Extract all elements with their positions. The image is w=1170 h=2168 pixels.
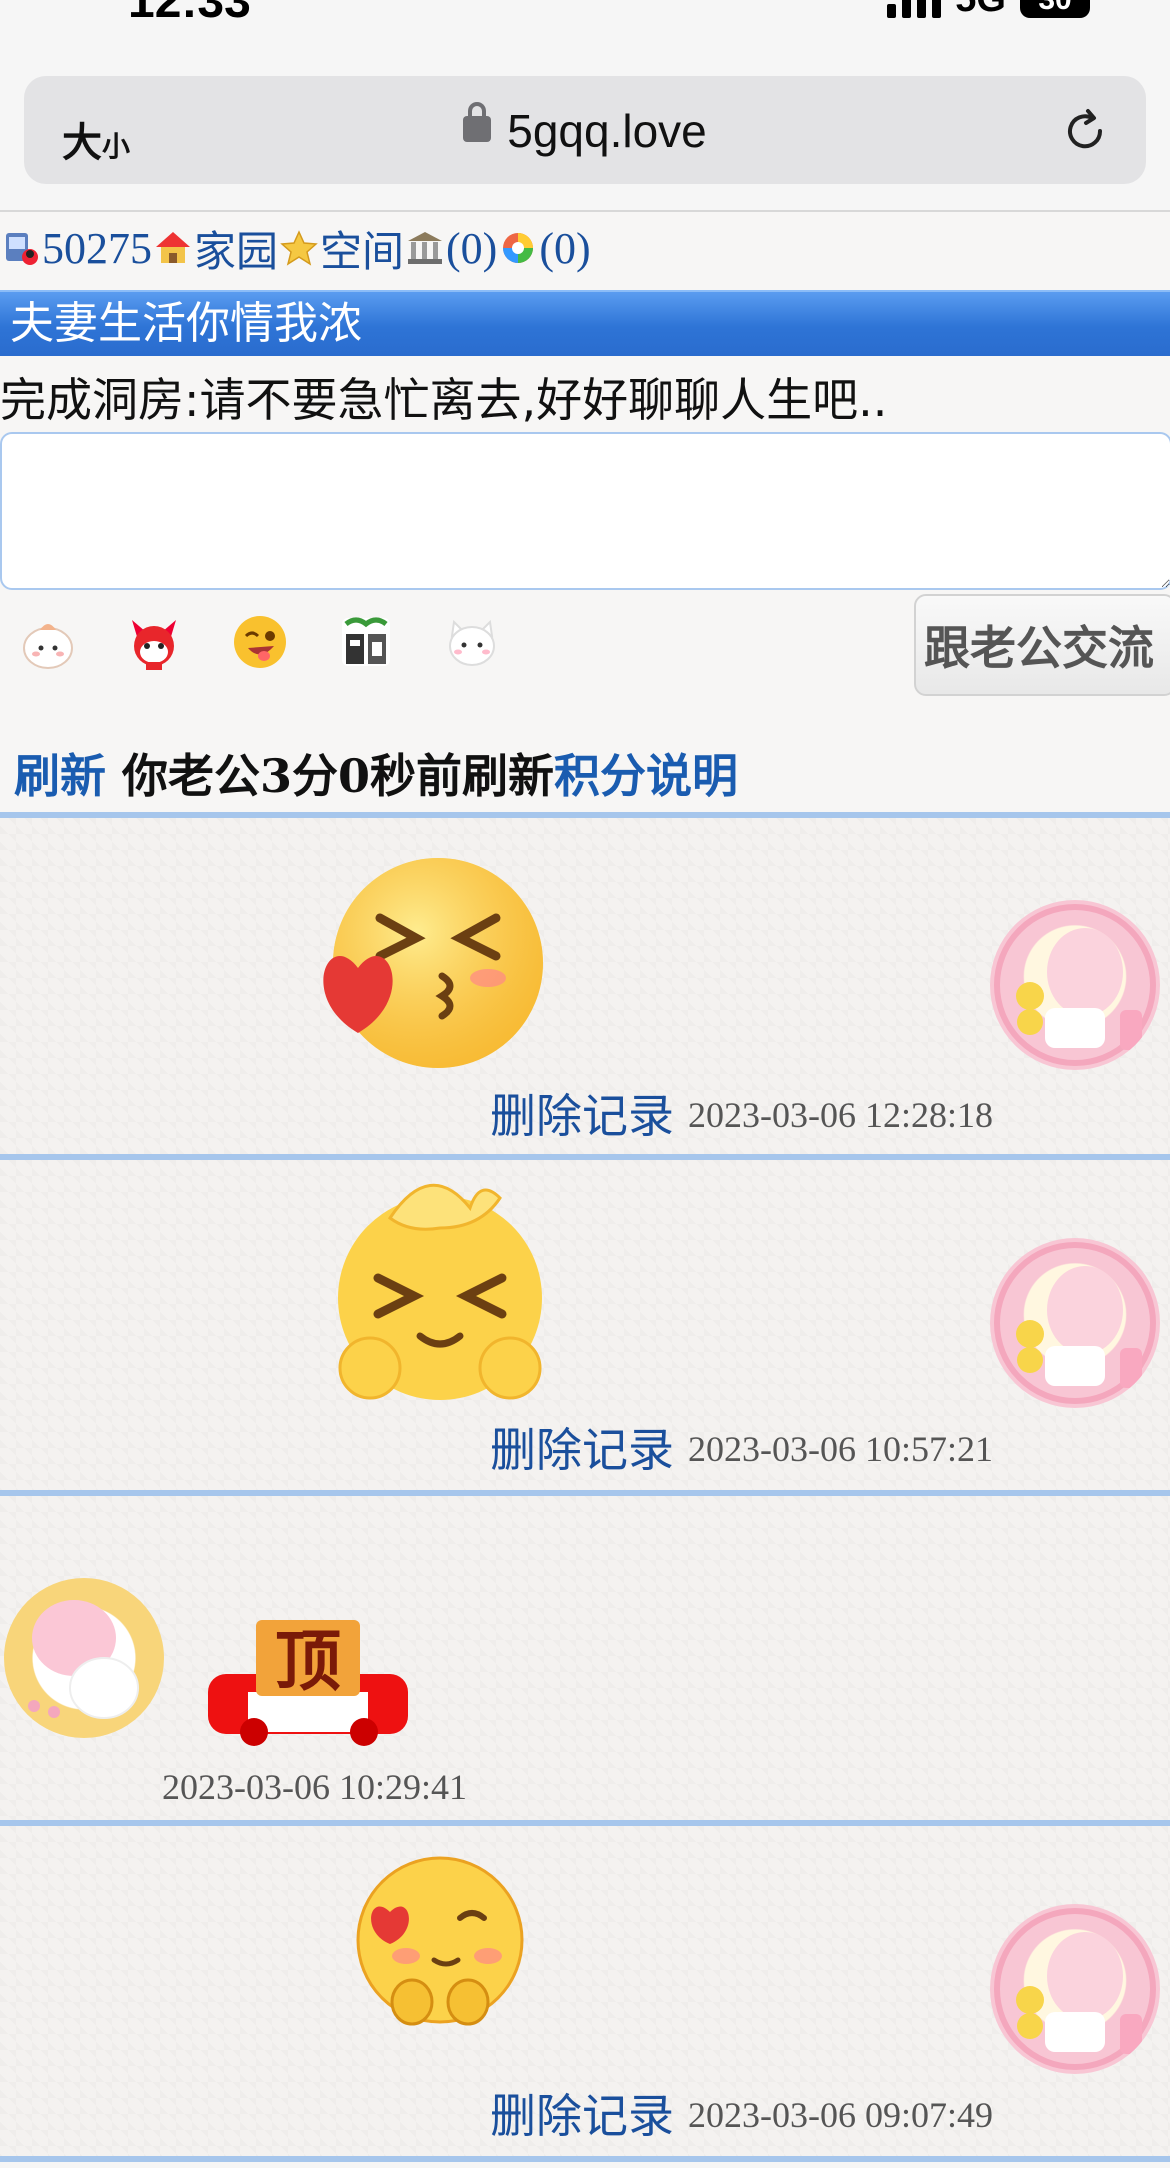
photo-count-link[interactable]: (0) (539, 223, 590, 274)
lock-icon (463, 102, 492, 142)
bank-icon (408, 232, 443, 264)
chat-message: 顶 2023-03-06 10:29:41 (0, 1496, 1170, 1820)
delete-record-link[interactable]: 删除记录 (490, 2080, 674, 2146)
chat-message: 删除记录 2023-03-06 12:28:18 (0, 818, 1170, 1154)
url-text[interactable]: 5gqq.love (507, 105, 707, 157)
send-to-husband-button[interactable]: 跟老公交流 (914, 594, 1170, 696)
status-line: 刷新 你老公3分0秒前刷新积分说明 (14, 740, 738, 806)
kiss-heart-emoji (323, 858, 543, 1068)
status-time: 12:33 (128, 0, 251, 28)
fox-emoji-icon[interactable] (124, 612, 184, 672)
network-type: 5G (955, 0, 1006, 18)
husband-avatar[interactable] (990, 1238, 1160, 1408)
reload-icon[interactable] (1060, 106, 1110, 156)
finger-heart-emoji (356, 1856, 524, 2026)
bun-emoji-icon[interactable] (18, 612, 78, 672)
address-bar[interactable]: 大小 5gqq.love (24, 76, 1146, 184)
browser-toolbar: 大小 5gqq.love (0, 40, 1170, 212)
my-avatar[interactable] (4, 1578, 164, 1738)
user-id-link[interactable]: 50275 (42, 223, 152, 274)
cat-emoji-icon[interactable] (442, 612, 502, 672)
ba-text-emoji-icon[interactable] (336, 612, 396, 672)
star-icon (280, 230, 318, 266)
message-timestamp: 2023-03-06 10:29:41 (162, 1767, 467, 1807)
sticker-text: 顶 (275, 1623, 341, 1700)
page-title: 夫妻生活你情我浓 (0, 290, 1170, 356)
status-indicators: 5G 30 (887, 0, 1090, 18)
chat-message: 删除记录 2023-03-06 09:07:49 (0, 1826, 1170, 2160)
delete-record-link[interactable]: 删除记录 (490, 1414, 674, 1480)
space-link[interactable]: 空间 (320, 218, 404, 279)
status-bar: 12:33 5G 30 (0, 0, 1170, 40)
chat-message: 删除记录 2023-03-06 10:57:21 (0, 1160, 1170, 1490)
message-timestamp: 2023-03-06 12:28:18 (688, 1095, 993, 1135)
user-icon (6, 233, 38, 265)
url-container: 5gqq.love (24, 102, 1146, 158)
husband-avatar[interactable] (990, 900, 1160, 1070)
message-input[interactable] (0, 432, 1170, 590)
home-icon (156, 232, 190, 263)
shy-hands-emoji (338, 1183, 542, 1400)
emoji-picker (18, 612, 502, 672)
partner-refresh-status: 你老公3分0秒前刷新 (122, 749, 555, 803)
husband-avatar[interactable] (990, 1904, 1160, 2074)
divider (0, 2156, 1170, 2162)
user-nav: 50275 家园 空间 (0) (0) (0, 218, 591, 278)
delete-record-link[interactable]: 删除记录 (490, 1080, 674, 1146)
points-info-link[interactable]: 积分说明 (554, 749, 738, 803)
message-timestamp: 2023-03-06 09:07:49 (688, 2095, 993, 2135)
home-link[interactable]: 家园 (194, 218, 278, 279)
top-car-sticker: 顶 (208, 1620, 408, 1746)
bank-count-link[interactable]: (0) (446, 223, 497, 274)
battery-icon: 30 (1020, 0, 1090, 18)
wink-tongue-emoji-icon[interactable] (230, 612, 290, 672)
message-timestamp: 2023-03-06 10:57:21 (688, 1429, 993, 1469)
photo-icon (503, 233, 534, 263)
refresh-link[interactable]: 刷新 (14, 749, 106, 803)
hint-text: 完成洞房:请不要急忙离去,好好聊聊人生吧.. (0, 373, 888, 427)
signal-icon (887, 0, 942, 18)
